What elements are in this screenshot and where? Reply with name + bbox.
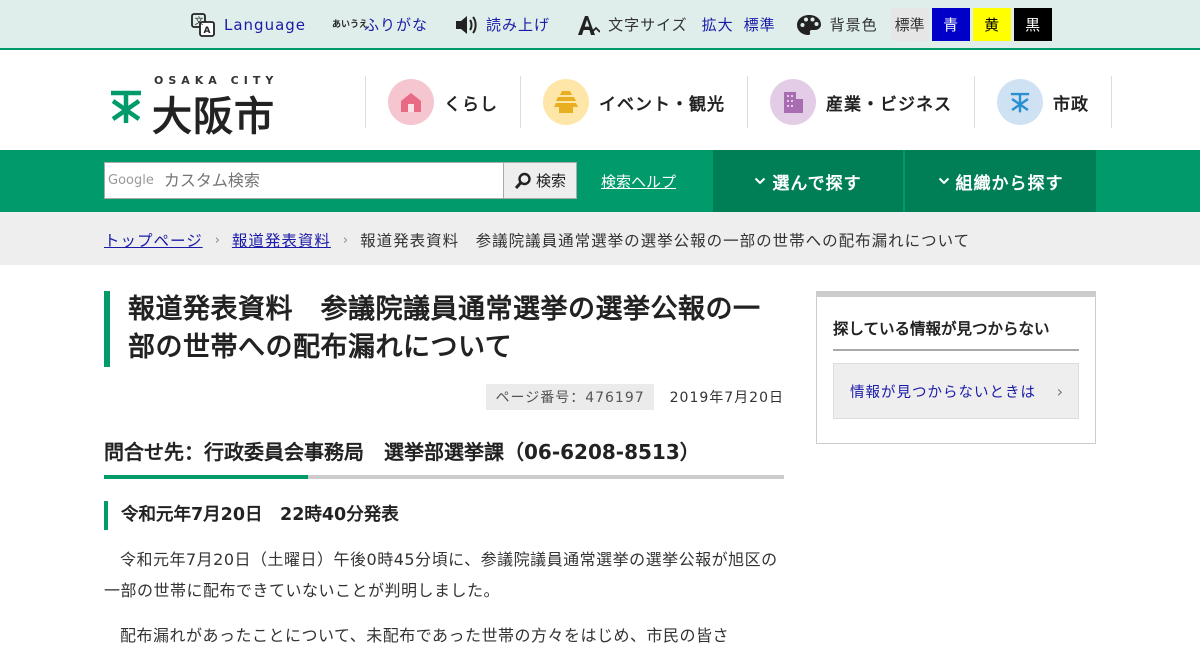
language-icon: 文A xyxy=(191,12,215,37)
background-label: 背景色 xyxy=(829,16,878,34)
not-found-help-label: 情報が見つからないときは xyxy=(850,384,1036,401)
publish-date: 2019年7月20日 xyxy=(669,390,784,406)
osaka-city-logo[interactable]: OSAKA CITY 大阪市 xyxy=(108,74,288,140)
search-box: Google xyxy=(104,162,504,199)
search-button[interactable]: 検索 xyxy=(503,162,577,199)
furigana-link[interactable]: あいうえ ふりがな xyxy=(332,14,428,35)
chevron-right-icon: › xyxy=(214,232,220,248)
breadcrumb-current: 報道発表資料 参議院議員通常選挙の選挙公報の一部の世帯への配布漏れについて xyxy=(360,232,971,250)
nav-events-label: イベント・観光 xyxy=(599,94,725,115)
body-paragraph: 配布漏れがあったことについて、未配布であった世帯の方々をはじめ、市民の皆さ xyxy=(120,626,730,645)
nav-events[interactable]: イベント・観光 xyxy=(520,76,747,128)
search-button-label: 検索 xyxy=(535,172,566,190)
bg-blue-button[interactable]: 青 xyxy=(931,8,970,41)
chevron-down-icon xyxy=(755,177,766,185)
logo-japanese: 大阪市 xyxy=(152,94,275,140)
svg-text:文: 文 xyxy=(195,15,204,27)
org-search-tab[interactable]: 組織から探す xyxy=(905,150,1096,212)
bg-black-button[interactable]: 黒 xyxy=(1013,8,1052,41)
furigana-icon: あいうえ xyxy=(332,19,369,30)
bg-yellow-button[interactable]: 黄 xyxy=(972,8,1011,41)
furigana-label: ふりがな xyxy=(364,16,429,34)
font-standard-link[interactable]: 標準 xyxy=(744,14,776,35)
nav-living-label: くらし xyxy=(444,94,498,115)
building-icon xyxy=(770,79,816,125)
nav-government[interactable]: 市政 xyxy=(974,76,1112,128)
page-meta: ページ番号：476197 2019年7月20日 xyxy=(104,384,784,410)
read-aloud-label: 読み上げ xyxy=(486,16,551,34)
font-size-label: 文字サイズ xyxy=(608,16,688,34)
nav-business-label: 産業・ビジネス xyxy=(826,94,952,115)
search-band: Google 検索 検索ヘルプ 選んで探す 組織から探す xyxy=(0,150,1200,212)
language-label: Language xyxy=(224,15,307,34)
search-input[interactable] xyxy=(163,171,484,190)
font-size-icon xyxy=(578,15,601,35)
city-mark-icon xyxy=(997,79,1043,125)
chevron-right-icon: › xyxy=(342,232,349,248)
language-link[interactable]: 文A Language xyxy=(190,12,306,38)
choose-search-label: 選んで探す xyxy=(772,173,862,194)
breadcrumb: トップページ › 報道発表資料 › 報道発表資料 参議院議員通常選挙の選挙公報の… xyxy=(0,212,1200,265)
sidebar-title: 探している情報が見つからない xyxy=(833,317,1079,351)
font-large-link[interactable]: 拡大 xyxy=(702,14,734,35)
site-header: OSAKA CITY 大阪市 くらし イベント・観光 産業・ビジネス 市政 xyxy=(0,50,1200,150)
page-number: ページ番号：476197 xyxy=(486,384,654,410)
search-icon xyxy=(514,172,531,189)
org-search-label: 組織から探す xyxy=(955,173,1064,194)
main-content: 報道発表資料 参議院議員通常選挙の選挙公報の一部の世帯への配布漏れについて ペー… xyxy=(104,291,784,651)
breadcrumb-press-link[interactable]: 報道発表資料 xyxy=(232,229,331,251)
utility-bar: 文A Language あいうえ ふりがな 読み上げ 文字サイズ 拡大 標準 背… xyxy=(0,0,1200,50)
choose-search-tab[interactable]: 選んで探す xyxy=(713,150,903,212)
sidebar-not-found: 探している情報が見つからない 情報が見つからないときは › xyxy=(816,291,1096,444)
nav-living[interactable]: くらし xyxy=(365,76,520,128)
global-nav: くらし イベント・観光 産業・ビジネス 市政 xyxy=(365,76,1112,128)
not-found-help-link[interactable]: 情報が見つからないときは › xyxy=(833,363,1079,419)
breadcrumb-top-link[interactable]: トップページ xyxy=(104,229,203,251)
city-mark-icon xyxy=(111,90,141,123)
speaker-icon xyxy=(456,15,477,34)
read-aloud-link[interactable]: 読み上げ xyxy=(454,14,550,36)
contact-heading: 問合せ先：行政委員会事務局 選挙部選挙課（06-6208-8513） xyxy=(104,436,784,479)
bg-standard-button[interactable]: 標準 xyxy=(890,8,929,41)
house-icon xyxy=(388,79,434,125)
page-title: 報道発表資料 参議院議員通常選挙の選挙公報の一部の世帯への配布漏れについて xyxy=(104,291,784,367)
palette-icon xyxy=(796,14,821,35)
nav-business[interactable]: 産業・ビジネス xyxy=(747,76,974,128)
svg-text:A: A xyxy=(204,26,211,36)
body-paragraph: 令和元年7月20日（土曜日）午後0時45分頃に、参議院議員通常選挙の選挙公報が旭… xyxy=(104,550,778,600)
announcement-heading: 令和元年7月20日 22時40分発表 xyxy=(104,501,784,530)
search-help-link[interactable]: 検索ヘルプ xyxy=(601,171,676,192)
background-control: 背景色 標準 青 黄 黒 xyxy=(796,8,1052,41)
chevron-right-icon: › xyxy=(1056,381,1064,401)
chevron-down-icon xyxy=(938,177,949,185)
castle-icon xyxy=(543,79,589,125)
google-label: Google xyxy=(108,173,154,188)
nav-government-label: 市政 xyxy=(1053,94,1089,115)
font-size-control: 文字サイズ 拡大 標準 xyxy=(576,14,776,36)
